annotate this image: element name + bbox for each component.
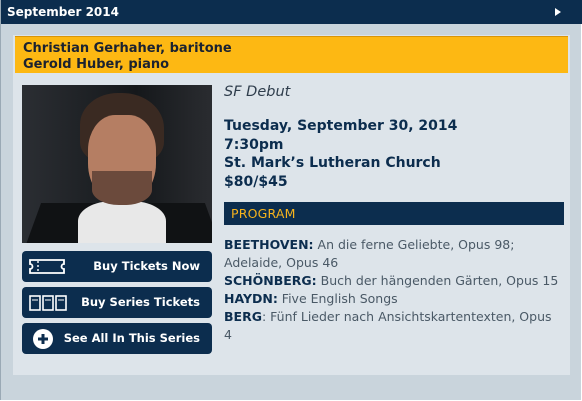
composer-name: BEETHOVEN:: [224, 237, 314, 252]
buy-tickets-button[interactable]: Buy Tickets Now: [22, 251, 212, 282]
work-title: Five English Songs: [277, 291, 398, 306]
see-all-in-series-label: See All In This Series: [63, 331, 200, 345]
work-title: : Fünf Lieder nach Ansichtskartentexten,…: [224, 309, 552, 342]
composer-name: SCHÖNBERG:: [224, 273, 317, 288]
month-label: September 2014: [7, 5, 119, 19]
event-details: SF Debut Tuesday, September 30, 2014 7:3…: [224, 84, 564, 191]
composer-name: BERG: [224, 309, 262, 324]
buy-series-tickets-button[interactable]: Buy Series Tickets: [22, 287, 212, 318]
work-title: Buch der hängenden Gärten, Opus 15: [316, 273, 559, 288]
program-heading: PROGRAM: [224, 202, 564, 225]
artist-photo: [22, 85, 212, 243]
event-date: Tuesday, September 30, 2014: [224, 118, 458, 134]
event-price: $80/$45: [224, 173, 288, 190]
performer-banner: Christian Gerhaher, baritone Gerold Hube…: [15, 36, 568, 73]
event-venue: St. Mark’s Lutheran Church: [224, 155, 441, 171]
performer-line-1: Christian Gerhaher, baritone: [23, 41, 232, 56]
ticket-icon: [28, 258, 66, 278]
event-time: 7:30pm: [224, 136, 284, 153]
program-item: BERG: Fünf Lieder nach Ansichtskartentex…: [224, 308, 559, 344]
triangle-right-icon[interactable]: [555, 8, 561, 16]
program-item: HAYDN: Five English Songs: [224, 290, 559, 308]
composer-name: HAYDN:: [224, 291, 278, 306]
buy-tickets-label: Buy Tickets Now: [93, 259, 200, 273]
tickets-stack-icon: [28, 294, 68, 315]
buy-series-tickets-label: Buy Series Tickets: [81, 295, 200, 309]
plus-circle-icon: [32, 328, 54, 353]
event-info: Tuesday, September 30, 2014 7:30pm St. M…: [224, 117, 564, 191]
month-header: September 2014: [1, 0, 582, 24]
event-widget: September 2014 Christian Gerhaher, barit…: [0, 0, 582, 400]
program-item: BEETHOVEN: An die ferne Geliebte, Opus 9…: [224, 236, 559, 272]
performer-line-2: Gerold Huber, piano: [23, 57, 170, 72]
see-all-in-series-button[interactable]: See All In This Series: [22, 323, 212, 354]
program-list: BEETHOVEN: An die ferne Geliebte, Opus 9…: [224, 236, 559, 344]
program-item: SCHÖNBERG: Buch der hängenden Gärten, Op…: [224, 272, 559, 290]
event-tagline: SF Debut: [224, 84, 291, 100]
